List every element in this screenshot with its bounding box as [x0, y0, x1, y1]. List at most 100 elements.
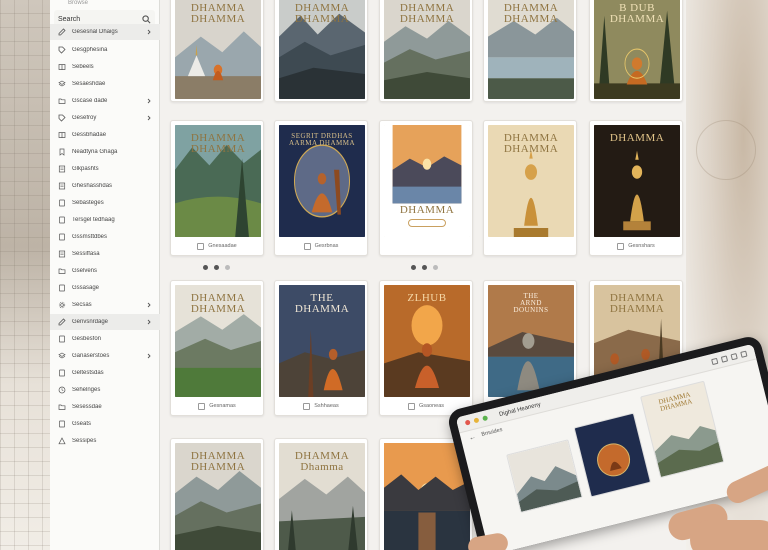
chevron-right-icon[interactable]: [146, 115, 152, 121]
book-card[interactable]: DHAMMA Dhamma: [274, 438, 368, 550]
book-card[interactable]: DHAMMA DHAMMA Gesnamas: [170, 280, 264, 416]
sidebar-item[interactable]: Gssmsttdbes: [50, 229, 160, 245]
sidebar-item[interactable]: Gessbhadae: [50, 127, 160, 143]
book-card[interactable]: DHAMMA DHAMMA: [483, 0, 577, 102]
chevron-right-icon[interactable]: [146, 98, 152, 104]
sidebar-item[interactable]: Gesbesfon: [50, 331, 160, 347]
carousel-dots-left[interactable]: [203, 265, 230, 270]
book-cover[interactable]: DHAMMA: [594, 125, 680, 237]
user-icon[interactable]: [720, 354, 728, 363]
book-card[interactable]: DHAMMA DHAMMA: [274, 0, 368, 102]
sidebar-item[interactable]: Gssasage: [50, 280, 160, 296]
layers-icon: [58, 80, 66, 88]
gear-icon: [58, 301, 66, 309]
book-cover[interactable]: DHAMMA DHAMMA: [175, 443, 261, 550]
book-cover[interactable]: DHAMMA DHAMMA: [175, 285, 261, 397]
sidebar-item[interactable]: Gscase dade: [50, 93, 160, 109]
sidebar-item[interactable]: Sebasteges: [50, 195, 160, 211]
sidebar-item[interactable]: Sesaeshdae: [50, 76, 160, 92]
doc-icon: [58, 199, 66, 207]
book-card[interactable]: DHAMMA: [379, 120, 473, 256]
sidebar-item-label: Gscase dade: [72, 98, 108, 104]
book-card[interactable]: DHAMMA DHAMMA: [170, 0, 264, 102]
sidebar: Browse Search Gesesnal Dhaigs Gesgphesina…: [50, 0, 160, 550]
maximize-dot[interactable]: [482, 415, 489, 422]
tablet-book-card[interactable]: DHAMMA DHAMMA: [640, 380, 725, 479]
sidebar-item[interactable]: Sehelnges: [50, 382, 160, 398]
bookmark-icon: [617, 242, 625, 250]
back-arrow-icon[interactable]: ←: [468, 433, 476, 441]
book-cover[interactable]: DHAMMA Dhamma: [279, 443, 365, 550]
book-caption[interactable]: Sshhaeas: [275, 401, 367, 411]
sidebar-item[interactable]: Sesessdae: [50, 399, 160, 415]
sidebar-item[interactable]: Genvsnrdage: [50, 314, 160, 330]
sidebar-item[interactable]: Tersgel tedhaag: [50, 212, 160, 228]
bookmark-icon: [197, 242, 205, 250]
book-card[interactable]: DHAMMA DHAMMA Gnesaadae: [170, 120, 264, 256]
book-cover[interactable]: DHAMMA DHAMMA: [384, 0, 470, 99]
minimize-dot[interactable]: [473, 417, 480, 424]
folder-icon: [58, 267, 66, 275]
chevron-right-icon[interactable]: [146, 353, 152, 359]
sidebar-item[interactable]: Geltestsdas: [50, 365, 160, 381]
sidebar-item-label: Secsas: [72, 302, 92, 308]
sidebar-item[interactable]: Gesgphesina: [50, 42, 160, 58]
gear-icon[interactable]: [740, 350, 748, 358]
book-card[interactable]: DHAMMA Gesnshars: [589, 120, 683, 256]
sidebar-item[interactable]: Sessipes: [50, 433, 160, 449]
carousel-dots-center[interactable]: [411, 265, 438, 270]
doc-icon: [58, 216, 66, 224]
book-card[interactable]: DHAMMA DHAMMA: [379, 0, 473, 102]
book-cover[interactable]: DHAMMA DHAMMA: [175, 0, 261, 99]
clock-icon: [58, 386, 66, 394]
sidebar-item[interactable]: Gesesnal Dhaigs: [50, 24, 160, 40]
sidebar-item[interactable]: Gheshasshdas: [50, 178, 160, 194]
book-cover[interactable]: THE ARND DOUNINS: [488, 285, 574, 397]
book-cover[interactable]: SEGRIT DRDHAS AARMA DHAMMA: [279, 125, 365, 237]
book-title: DHAMMA DHAMMA: [190, 2, 246, 25]
book-card[interactable]: DHAMMA DHAMMA: [170, 438, 264, 550]
book-title: DHAMMA DHAMMA: [294, 2, 350, 25]
book-caption[interactable]: Gesnshars: [590, 241, 682, 251]
sidebar-item-label: Gesesnal Dhaigs: [72, 29, 118, 35]
sidebar-item[interactable]: Ganaserstoes: [50, 348, 160, 364]
book-card[interactable]: ZLHUB Gsaoneas: [379, 280, 473, 416]
search-icon[interactable]: [142, 14, 151, 24]
book-cover[interactable]: THE DHAMMA: [279, 285, 365, 397]
sidebar-item[interactable]: Sebeels: [50, 59, 160, 75]
caption-label: Gesrbnas: [314, 243, 339, 249]
book-card[interactable]: THE DHAMMA Sshhaeas: [274, 280, 368, 416]
book-card[interactable]: DHAMMA DHAMMA: [483, 120, 577, 256]
book-caption[interactable]: Gesnamas: [171, 401, 263, 411]
bookmark-icon: [407, 402, 415, 410]
book-card[interactable]: B DUB DHAMMA: [589, 0, 683, 102]
search-icon[interactable]: [711, 357, 719, 365]
chevron-right-icon[interactable]: [146, 319, 152, 325]
sidebar-item-label: Geltestsdas: [72, 370, 104, 376]
chevron-right-icon[interactable]: [146, 29, 152, 35]
sidebar-item[interactable]: Neadtyna Ghaga: [50, 144, 160, 160]
book-cover[interactable]: DHAMMA DHAMMA: [488, 125, 574, 237]
book-cover[interactable]: DHAMMA DHAMMA: [279, 0, 365, 99]
book-card[interactable]: SEGRIT DRDHAS AARMA DHAMMA Gesrbnas: [274, 120, 368, 256]
sidebar-item[interactable]: Sessiffasa: [50, 246, 160, 262]
book-cover[interactable]: ZLHUB: [384, 285, 470, 397]
sidebar-item-label: Gssasage: [72, 285, 100, 291]
sidebar-item[interactable]: Gselvens: [50, 263, 160, 279]
close-dot[interactable]: [464, 419, 471, 426]
sidebar-item[interactable]: Glkpashts: [50, 161, 160, 177]
sidebar-item-label: Sebeels: [72, 64, 94, 70]
sidebar-item[interactable]: Gesefroy: [50, 110, 160, 126]
tablet-book-card[interactable]: [506, 439, 583, 513]
bell-icon[interactable]: [730, 352, 738, 360]
book-cover[interactable]: B DUB DHAMMA: [594, 0, 680, 99]
book-cover[interactable]: DHAMMA DHAMMA: [488, 0, 574, 99]
book-caption[interactable]: Gnesaadae: [171, 241, 263, 251]
chevron-right-icon[interactable]: [146, 302, 152, 308]
tablet-book-card[interactable]: [573, 412, 652, 498]
book-cover[interactable]: DHAMMA DHAMMA: [175, 125, 261, 237]
sidebar-item[interactable]: Gseats: [50, 416, 160, 432]
book-caption[interactable]: Gesrbnas: [275, 241, 367, 251]
sidebar-item[interactable]: Secsas: [50, 297, 160, 313]
read-pill-button[interactable]: [408, 219, 446, 227]
